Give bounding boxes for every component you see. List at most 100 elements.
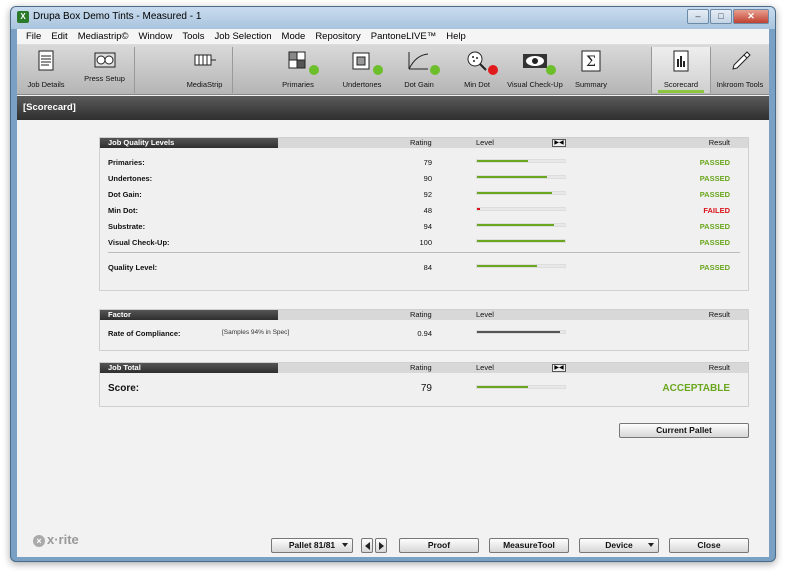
primaries-icon xyxy=(285,49,319,75)
tool-mediastrip[interactable]: MediaStrip xyxy=(177,47,233,93)
level-fill xyxy=(477,176,548,178)
eye-icon xyxy=(522,49,556,75)
factor-panel: Factor Rating Level Result Rate of Compl… xyxy=(99,309,749,351)
tool-press-setup[interactable]: Press Setup xyxy=(75,47,135,93)
measuretool-button[interactable]: MeasureTool xyxy=(489,538,569,553)
menu-tools[interactable]: Tools xyxy=(177,31,209,42)
quality-row-undertones: Undertones: 90 PASSED xyxy=(100,170,748,186)
col-level: Level xyxy=(476,310,494,319)
tool-label: Dot Gain xyxy=(404,80,434,89)
factor-header-title: Factor xyxy=(100,310,278,320)
row-note: [Samples 94% in Spec] xyxy=(222,329,290,336)
close-button[interactable]: Close xyxy=(669,538,749,553)
current-pallet-button[interactable]: Current Pallet xyxy=(619,423,749,438)
scorecard-content: Job Quality Levels Rating Level ▶◀ Resul… xyxy=(17,120,769,557)
magnifier-icon xyxy=(464,49,498,75)
row-label: Undertones: xyxy=(108,174,153,183)
total-panel: Job Total Rating Level ▶◀ Result Score: … xyxy=(99,362,749,407)
row-rating: 100 xyxy=(419,238,432,247)
device-select[interactable]: Device xyxy=(579,538,659,553)
level-bar xyxy=(476,175,566,179)
col-level: Level xyxy=(476,363,494,372)
tool-label: Primaries xyxy=(282,80,314,89)
col-level: Level xyxy=(476,138,494,147)
tool-label: Min Dot xyxy=(464,80,490,89)
menu-repository[interactable]: Repository xyxy=(310,31,365,42)
tool-undertones[interactable]: Undertones xyxy=(333,47,391,93)
proof-button[interactable]: Proof xyxy=(399,538,479,553)
level-bar xyxy=(476,239,566,243)
window-title: Drupa Box Demo Tints - Measured - 1 xyxy=(33,11,202,22)
row-rating: 84 xyxy=(423,263,432,272)
level-bar xyxy=(476,223,566,227)
row-result: FAILED xyxy=(703,206,730,215)
menu-help[interactable]: Help xyxy=(441,31,471,42)
col-result: Result xyxy=(708,310,730,319)
xrite-logo: × x·rite xyxy=(33,532,79,547)
menu-mode[interactable]: Mode xyxy=(277,31,311,42)
level-fill xyxy=(477,240,565,242)
tool-label: Press Setup xyxy=(84,74,125,83)
row-rating: 79 xyxy=(420,383,432,394)
status-ok-icon xyxy=(546,65,556,75)
row-rating: 48 xyxy=(423,206,432,215)
col-result: Result xyxy=(708,363,730,372)
tool-dot-gain[interactable]: Dot Gain xyxy=(393,47,445,93)
level-bar xyxy=(476,159,566,163)
app-icon: X xyxy=(17,11,29,23)
row-result: PASSED xyxy=(699,190,730,199)
row-label: Visual Check-Up: xyxy=(108,238,170,247)
logo-text: x·rite xyxy=(47,532,79,547)
quality-row-min-dot: Min Dot: 48 FAILED xyxy=(100,202,748,218)
section-title: [Scorecard] xyxy=(23,102,76,113)
level-bar xyxy=(476,264,566,268)
col-rating: Rating xyxy=(410,138,432,147)
tool-primaries[interactable]: Primaries xyxy=(273,47,323,93)
menu-file[interactable]: File xyxy=(21,31,46,42)
row-rating: 0.94 xyxy=(417,329,432,338)
xrite-logo-icon: × xyxy=(33,535,45,547)
arrow-left-icon xyxy=(365,542,370,550)
tool-label: Undertones xyxy=(342,80,382,89)
prev-pallet-button[interactable] xyxy=(361,538,373,553)
menu-bar: File Edit Mediastrip© Window Tools Job S… xyxy=(17,29,769,45)
client-area: File Edit Mediastrip© Window Tools Job S… xyxy=(17,29,769,557)
menu-job-selection[interactable]: Job Selection xyxy=(210,31,277,42)
level-fill xyxy=(477,386,529,388)
row-label: Substrate: xyxy=(108,222,146,231)
menu-pantonelive[interactable]: PantoneLIVE™ xyxy=(366,31,442,42)
status-ok-icon xyxy=(373,65,383,75)
tool-min-dot[interactable]: Min Dot xyxy=(451,47,503,93)
level-fill xyxy=(477,224,555,226)
tool-summary[interactable]: Σ Summary xyxy=(569,47,613,93)
device-select-label: Device xyxy=(605,540,633,550)
tool-job-details[interactable]: Job Details xyxy=(21,47,71,93)
col-result: Result xyxy=(708,138,730,147)
pallet-select[interactable]: Pallet 81/81 xyxy=(271,538,353,553)
section-header: [Scorecard] xyxy=(17,96,769,120)
menu-mediastrip[interactable]: Mediastrip© xyxy=(73,31,134,42)
quality-row-visual-checkup: Visual Check-Up: 100 PASSED xyxy=(100,234,748,250)
menu-edit[interactable]: Edit xyxy=(46,31,72,42)
row-result: PASSED xyxy=(699,174,730,183)
quality-panel: Job Quality Levels Rating Level ▶◀ Resul… xyxy=(99,137,749,291)
level-toggle-icon[interactable]: ▶◀ xyxy=(552,139,566,147)
tool-inkroom-tools[interactable]: Inkroom Tools xyxy=(713,47,767,93)
maximize-button[interactable]: □ xyxy=(710,9,732,24)
mediastrip-icon xyxy=(192,49,218,73)
total-row-score: Score: 79 ACCEPTABLE xyxy=(100,380,748,396)
level-toggle-icon[interactable]: ▶◀ xyxy=(552,364,566,372)
chevron-down-icon xyxy=(342,543,348,547)
minimize-button[interactable]: – xyxy=(687,9,709,24)
tool-label: Inkroom Tools xyxy=(716,80,764,89)
app-window: X Drupa Box Demo Tints - Measured - 1 – … xyxy=(10,6,776,562)
row-label: Score: xyxy=(108,383,140,394)
toolbar: Job Details Press Setup MediaStrip Prima… xyxy=(17,45,769,95)
tool-visual-checkup[interactable]: Visual Check-Up xyxy=(505,47,565,93)
next-pallet-button[interactable] xyxy=(375,538,387,553)
close-window-button[interactable]: ✕ xyxy=(733,9,769,24)
tool-scorecard[interactable]: Scorecard xyxy=(651,47,711,93)
menu-window[interactable]: Window xyxy=(134,31,178,42)
level-fill xyxy=(477,265,537,267)
row-label: Primaries: xyxy=(108,158,145,167)
